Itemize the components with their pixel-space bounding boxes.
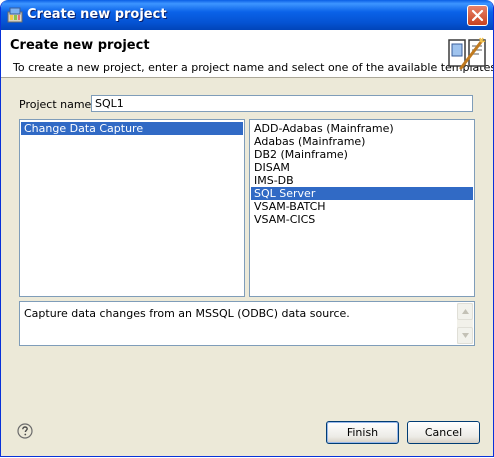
template-item-sql-server[interactable]: SQL Server [251, 187, 473, 200]
template-item-add-adabas[interactable]: ADD-Adabas (Mainframe) [251, 122, 473, 135]
scroll-up-button[interactable] [457, 303, 473, 320]
template-description-text: Capture data changes from an MSSQL (ODBC… [24, 307, 350, 320]
title-bar[interactable]: Create new project [1, 0, 493, 30]
project-name-input[interactable] [91, 95, 473, 112]
template-item-ims-db[interactable]: IMS-DB [251, 174, 473, 187]
project-app-icon [7, 7, 23, 23]
close-icon [471, 9, 484, 22]
template-list[interactable]: ADD-Adabas (Mainframe) Adabas (Mainframe… [249, 119, 475, 297]
banner-title: Create new project [10, 38, 150, 53]
template-item-db2[interactable]: DB2 (Mainframe) [251, 148, 473, 161]
template-item-disam[interactable]: DISAM [251, 161, 473, 174]
chevron-up-icon [462, 309, 469, 314]
wizard-banner: Create new project To create a new proje… [1, 30, 493, 78]
template-item-vsam-batch[interactable]: VSAM-BATCH [251, 200, 473, 213]
cancel-button[interactable]: Cancel [407, 421, 480, 444]
category-list[interactable]: Change Data Capture [19, 119, 245, 297]
create-project-dialog: Create new project Create new project To… [0, 0, 494, 457]
close-button[interactable] [467, 5, 488, 26]
scroll-down-button[interactable] [457, 327, 473, 344]
chevron-down-icon [462, 333, 469, 338]
category-item-change-data-capture[interactable]: Change Data Capture [21, 122, 243, 135]
description-scrollbar[interactable] [457, 303, 473, 344]
window-title: Create new project [27, 7, 167, 22]
template-description-box: Capture data changes from an MSSQL (ODBC… [19, 301, 475, 346]
help-icon[interactable] [17, 423, 33, 439]
banner-description: To create a new project, enter a project… [13, 61, 494, 74]
template-item-vsam-cics[interactable]: VSAM-CICS [251, 213, 473, 226]
wizard-wand-icon [448, 37, 486, 70]
finish-button[interactable]: Finish [326, 421, 399, 444]
project-name-label: Project name: [19, 98, 96, 111]
template-item-adabas[interactable]: Adabas (Mainframe) [251, 135, 473, 148]
